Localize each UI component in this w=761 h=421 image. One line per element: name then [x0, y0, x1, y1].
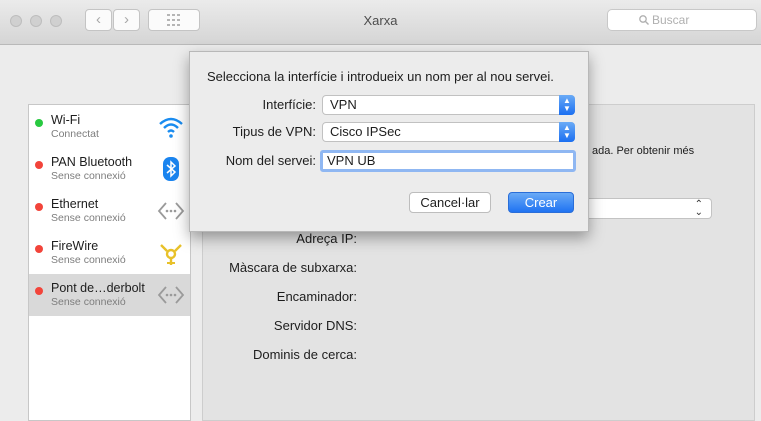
up-down-arrows-icon: ▲ ▼ — [559, 122, 575, 142]
status-dot-green — [35, 119, 43, 127]
service-status: Sense connexió — [51, 296, 126, 308]
configure-select[interactable]: ⌃ ⌄ — [588, 198, 712, 219]
cancel-button[interactable]: Cancel·lar — [409, 192, 491, 213]
ethernet-icon — [157, 202, 185, 220]
subnet-mask-label: Màscara de subxarxa: — [229, 260, 357, 275]
up-down-arrows-icon: ⌃ ⌄ — [694, 199, 703, 218]
service-name: Wi-Fi — [51, 113, 81, 127]
service-status: Sense connexió — [51, 212, 126, 224]
status-dot-red — [35, 161, 43, 169]
service-name-value: VPN UB — [327, 153, 376, 168]
search-icon — [639, 15, 649, 25]
interface-value: VPN — [330, 97, 357, 112]
service-list: Wi-Fi Connectat PAN Bluetooth Sense conn… — [28, 104, 191, 421]
service-name: Pont de…derbolt — [51, 281, 145, 295]
title-bar: ‹ › Xarxa Buscar — [0, 0, 761, 45]
dns-server-label: Servidor DNS: — [273, 318, 357, 333]
status-dot-red — [35, 203, 43, 211]
new-service-sheet: Selecciona la interfície i introdueix un… — [189, 51, 589, 232]
vpn-type-label: Tipus de VPN: — [232, 124, 316, 139]
search-field[interactable]: Buscar — [607, 9, 757, 31]
service-status: Sense connexió — [51, 170, 126, 182]
service-name-field[interactable]: VPN UB — [320, 150, 576, 172]
ip-address-label: Adreça IP: — [296, 231, 357, 246]
panel-description: ada. Per obtenir més — [592, 145, 695, 157]
status-dot-red — [35, 245, 43, 253]
service-name: Ethernet — [51, 197, 99, 211]
interface-select[interactable]: VPN ▲ ▼ — [322, 95, 575, 115]
sheet-prompt: Selecciona la interfície i introdueix un… — [207, 69, 554, 84]
status-dot-red — [35, 287, 43, 295]
up-down-arrows-icon: ▲ ▼ — [559, 95, 575, 115]
service-name: PAN Bluetooth — [51, 155, 133, 169]
service-item-pan-bluetooth[interactable]: PAN Bluetooth Sense connexió — [29, 148, 190, 190]
bluetooth-icon — [163, 157, 179, 181]
service-item-thunderbolt-bridge[interactable]: Pont de…derbolt Sense connexió — [29, 274, 190, 316]
service-name: FireWire — [51, 239, 99, 253]
service-item-firewire[interactable]: FireWire Sense connexió — [29, 232, 190, 274]
router-label: Encaminador: — [276, 289, 357, 304]
vpn-type-select[interactable]: Cisco IPSec ▲ ▼ — [322, 122, 575, 142]
service-status: Connectat — [51, 128, 99, 140]
interface-label: Interfície: — [262, 97, 316, 112]
create-button[interactable]: Crear — [508, 192, 574, 213]
service-item-wifi[interactable]: Wi-Fi Connectat — [29, 106, 190, 148]
service-item-ethernet[interactable]: Ethernet Sense connexió — [29, 190, 190, 232]
vpn-type-value: Cisco IPSec — [330, 124, 401, 139]
search-placeholder: Buscar — [652, 13, 690, 27]
service-status: Sense connexió — [51, 254, 126, 266]
search-domains-label: Dominis de cerca: — [252, 347, 357, 362]
service-name-label: Nom del servei: — [225, 153, 316, 168]
wifi-icon — [159, 117, 183, 138]
